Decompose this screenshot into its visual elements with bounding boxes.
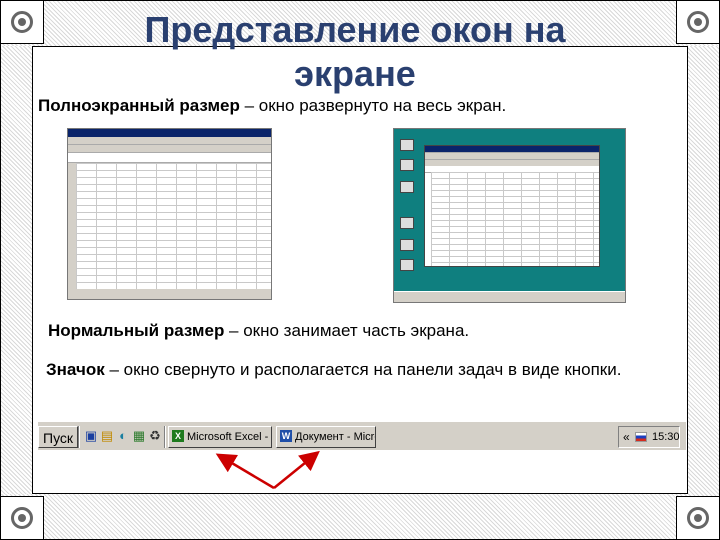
fullscreen-description: Полноэкранный размер – окно развернуто н…	[38, 96, 506, 116]
frame-strip-right	[688, 46, 720, 494]
icon-text: – окно свернуто и располагается на панел…	[104, 360, 622, 379]
arrow-to-excel-button	[215, 453, 275, 490]
normal-term: Нормальный размер	[48, 321, 225, 340]
tray-clock[interactable]: 15:30	[652, 429, 680, 445]
frame-strip-bottom	[0, 494, 720, 540]
fullscreen-term: Полноэкранный размер	[38, 96, 240, 115]
normal-description: Нормальный размер – окно занимает часть …	[48, 321, 469, 341]
corner-ornament-bottom-right	[676, 496, 720, 540]
system-tray: « 15:30	[618, 426, 680, 448]
normal-text: – окно занимает часть экрана.	[224, 321, 470, 340]
fullscreen-text: – окно развернуто на весь экран.	[239, 96, 507, 115]
frame-line-left	[0, 0, 1, 540]
icon-description: Значок – окно свернуто и располагается н…	[46, 358, 666, 382]
normal-window-screenshot	[393, 128, 626, 303]
language-flag-icon[interactable]	[635, 432, 647, 442]
icon-term: Значок	[46, 360, 105, 379]
folder-icon[interactable]: ▤	[100, 429, 114, 443]
tray-chevron-icon[interactable]: «	[623, 430, 630, 444]
start-button[interactable]: Пуск	[38, 426, 79, 448]
corner-ornament-top-left	[0, 0, 44, 44]
desktop-icon[interactable]: ▣	[84, 429, 98, 443]
excel-quicklaunch-icon[interactable]: ▦	[132, 429, 146, 443]
recycle-icon[interactable]: ♻	[148, 429, 162, 443]
pointer-arrows	[215, 450, 320, 490]
arrow-to-word-button	[273, 450, 320, 489]
excel-icon: X	[172, 430, 184, 442]
frame-strip-left	[0, 46, 32, 494]
slide-title: Представление окон на экране	[144, 9, 566, 94]
corner-ornament-top-right	[676, 0, 720, 44]
internet-explorer-icon[interactable]: ◐	[116, 429, 130, 443]
frame-line-top	[0, 0, 720, 1]
taskbar: Пуск ▣ ▤ ◐ ▦ ♻ X Microsoft Excel - Книга…	[38, 420, 686, 450]
corner-ornament-bottom-left	[0, 496, 44, 540]
maximized-window-screenshot	[67, 128, 272, 300]
